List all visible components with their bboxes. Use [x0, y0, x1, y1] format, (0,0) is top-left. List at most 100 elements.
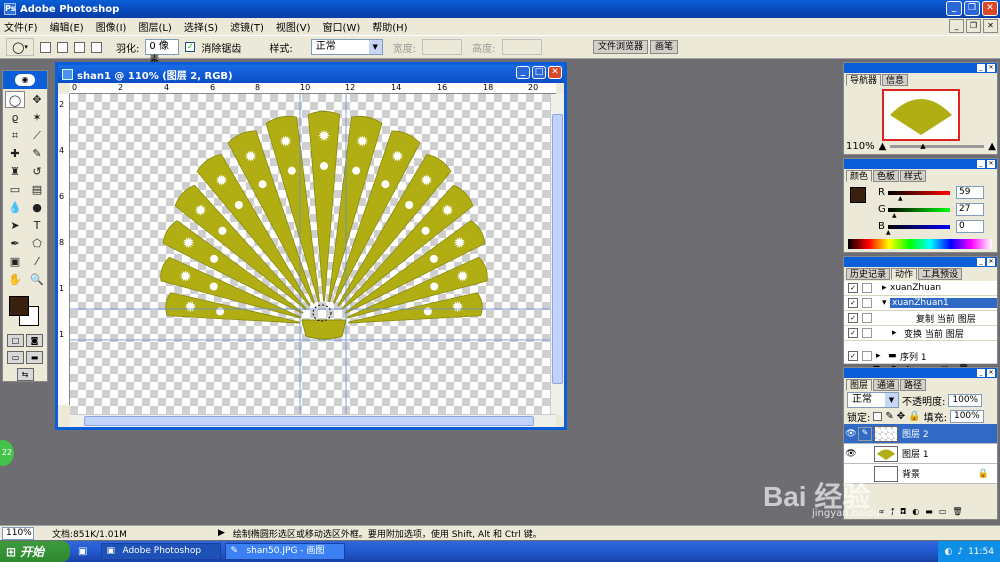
palette-minimize-icon[interactable]: _	[977, 160, 985, 168]
brush-link-icon[interactable]	[858, 447, 872, 461]
brush-tool[interactable]: ✎	[27, 145, 47, 162]
eyedropper-tool[interactable]: ⁄	[27, 253, 47, 270]
screen-mode-standard-button[interactable]: ▭	[7, 351, 24, 364]
move-tool[interactable]: ✥	[27, 91, 47, 108]
tray-icon[interactable]: ◐	[944, 547, 952, 557]
r-value[interactable]: 59	[956, 186, 984, 199]
dodge-tool[interactable]: ●	[27, 199, 47, 216]
subtract-selection-icon[interactable]	[74, 41, 85, 53]
ellipse-marquee-tool[interactable]: ◯	[5, 91, 25, 108]
brush-tab[interactable]: 画笔	[649, 40, 678, 54]
type-tool[interactable]: T	[27, 217, 47, 234]
layer-row[interactable]: 👁 图层 1	[844, 444, 997, 464]
menu-filter[interactable]: 滤镜(T)	[230, 19, 264, 34]
antialias-checkbox[interactable]: ✓	[185, 42, 196, 52]
eye-icon[interactable]: 👁	[844, 449, 858, 459]
hand-tool[interactable]: ✋	[5, 271, 25, 288]
b-slider-thumb[interactable]: ▲	[886, 229, 891, 236]
menu-file[interactable]: 文件(F)	[4, 19, 38, 34]
intersect-selection-icon[interactable]	[91, 41, 102, 53]
tab-history[interactable]: 历史记录	[846, 268, 891, 280]
action-toggle-checkbox[interactable]: ✓	[848, 328, 858, 338]
clone-stamp-tool[interactable]: ♜	[5, 163, 25, 180]
pen-tool[interactable]: ✒	[5, 235, 25, 252]
lock-all-icon[interactable]: 🔒	[908, 411, 920, 422]
action-step-row[interactable]: ✓ ▸ 变换 当前 图层	[844, 326, 997, 341]
navigator-zoom-slider[interactable]: ▲	[890, 142, 985, 150]
mdi-minimize-button[interactable]: _	[949, 19, 964, 33]
play-icon[interactable]: ▶	[218, 528, 225, 538]
tab-info[interactable]: 信息	[882, 74, 909, 86]
quick-launch-icon[interactable]: ▣	[78, 546, 87, 557]
eraser-tool[interactable]: ▭	[5, 181, 25, 198]
shape-tool[interactable]: ⬠	[27, 235, 47, 252]
lock-transparency-icon[interactable]	[873, 411, 883, 421]
action-toggle-checkbox[interactable]: ✓	[848, 298, 858, 308]
healing-brush-tool[interactable]: ✚	[5, 145, 25, 162]
action-set-row[interactable]: ✓ ▸ ▬ 序列 1	[844, 349, 997, 364]
zoom-tool[interactable]: 🔍	[27, 271, 47, 288]
dialog-toggle-box[interactable]	[862, 351, 872, 361]
action-row[interactable]: ✓ ▾ xuanZhuan1	[844, 296, 997, 311]
path-selection-tool[interactable]: ➤	[5, 217, 25, 234]
blur-tool[interactable]: 💧	[5, 199, 25, 216]
color-spectrum-bar[interactable]	[848, 239, 992, 249]
menu-window[interactable]: 窗口(W)	[323, 19, 361, 34]
palette-minimize-icon[interactable]: _	[977, 369, 985, 377]
style-select[interactable]: 正常 ▼	[310, 39, 383, 55]
crop-tool[interactable]: ⌗	[5, 127, 25, 144]
tab-channels[interactable]: 通道	[873, 379, 900, 391]
doc-maximize-button[interactable]: □	[532, 66, 546, 79]
opacity-input[interactable]: 100%	[948, 393, 983, 407]
eye-icon[interactable]: 👁	[844, 429, 858, 439]
tab-navigator[interactable]: 导航器	[846, 74, 882, 86]
new-selection-icon[interactable]	[40, 41, 51, 53]
status-zoom[interactable]: 110%	[2, 526, 34, 540]
blend-mode-select[interactable]: 正常 ▼	[847, 392, 899, 408]
tab-styles[interactable]: 样式	[900, 170, 927, 182]
dialog-toggle-box[interactable]	[862, 313, 872, 323]
feather-input[interactable]: 0 像素	[145, 39, 180, 66]
lasso-tool[interactable]: ϱ	[5, 109, 25, 126]
menu-edit[interactable]: 编辑(E)	[50, 19, 84, 34]
zoom-out-icon[interactable]: ▲	[879, 141, 887, 152]
lock-move-icon[interactable]: ✥	[897, 411, 905, 422]
menu-image[interactable]: 图像(I)	[96, 19, 127, 34]
b-value[interactable]: 0	[956, 220, 984, 233]
history-brush-tool[interactable]: ↺	[27, 163, 47, 180]
expand-arrow-icon[interactable]: ▸	[876, 328, 904, 338]
trash-icon[interactable]: 🗑	[952, 507, 962, 518]
palette-minimize-icon[interactable]: _	[977, 258, 985, 266]
tab-layers[interactable]: 图层	[846, 379, 873, 391]
menu-help[interactable]: 帮助(H)	[372, 19, 407, 34]
slice-tool[interactable]: ⟋	[27, 127, 47, 144]
foreground-color-swatch[interactable]	[9, 296, 29, 316]
dialog-toggle-box[interactable]	[862, 283, 872, 293]
action-row[interactable]: ✓ ▸ xuanZhuan	[844, 281, 997, 296]
g-slider-track[interactable]	[888, 208, 950, 212]
doc-minimize-button[interactable]: _	[516, 66, 530, 79]
action-step-row[interactable]: ✓ 复制 当前 图层	[844, 311, 997, 326]
close-button[interactable]: ✕	[982, 1, 998, 16]
image-canvas[interactable]: ✹ ✹ ✹ ✹ ✹ ✹ ✹ ✹ ✹ ✹ ✹ ✹ ✹ ✹ ✹	[70, 94, 556, 415]
palette-minimize-icon[interactable]: _	[977, 64, 985, 72]
tab-color[interactable]: 颜色	[846, 170, 873, 182]
new-layer-icon[interactable]: ▭	[939, 507, 947, 518]
tool-preset-picker[interactable]: ◯ ▾	[6, 38, 34, 56]
dialog-toggle-box[interactable]	[862, 298, 872, 308]
start-button[interactable]: ⊞ 开始	[0, 541, 70, 562]
navigator-zoom[interactable]: 110%	[846, 141, 875, 152]
palette-close-icon[interactable]: ✕	[987, 160, 995, 168]
width-input[interactable]	[422, 39, 463, 55]
add-selection-icon[interactable]	[57, 41, 68, 53]
taskbar-photoshop[interactable]: ▣ Adobe Photoshop	[101, 543, 222, 560]
expand-arrow-icon[interactable]: ▸	[876, 283, 890, 293]
b-slider-track[interactable]	[888, 225, 950, 229]
dialog-toggle-box[interactable]	[862, 328, 872, 338]
adobe-online-icon[interactable]: ◉	[15, 74, 35, 86]
height-input[interactable]	[501, 39, 542, 55]
tab-actions[interactable]: 动作	[891, 268, 918, 280]
action-toggle-checkbox[interactable]: ✓	[848, 283, 858, 293]
lock-paint-icon[interactable]: ✎	[885, 411, 893, 422]
magic-wand-tool[interactable]: ✶	[27, 109, 47, 126]
